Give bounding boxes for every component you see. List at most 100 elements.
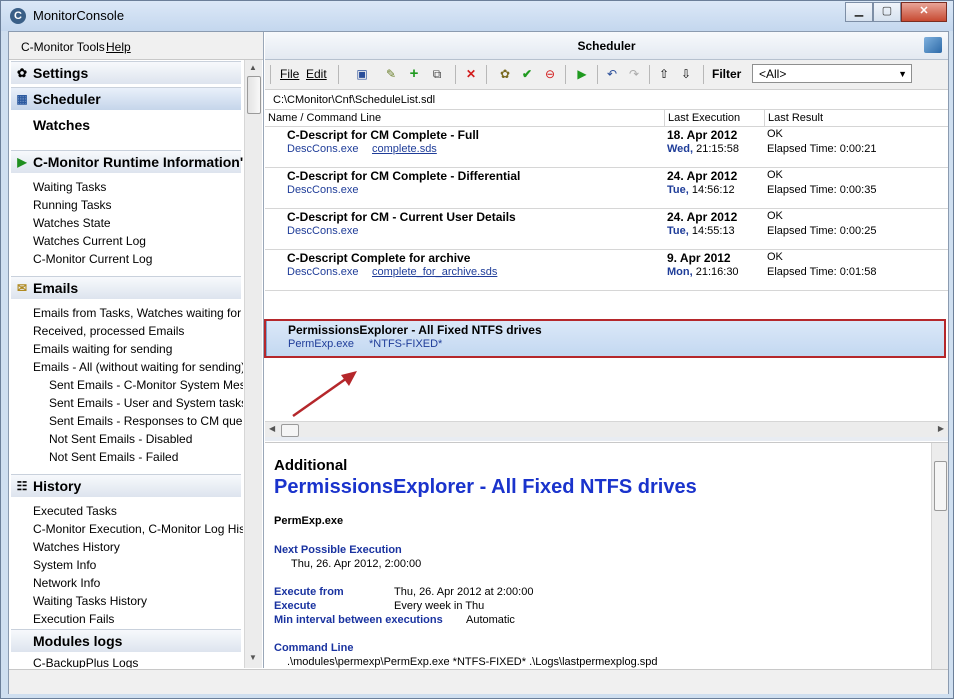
detail-additional-heading: Additional	[274, 457, 348, 474]
envelope-icon: ✉	[16, 281, 28, 295]
nav-item-emails-waiting[interactable]: Emails waiting for sending	[33, 342, 172, 356]
nav-section-scheduler[interactable]: ▦ Scheduler	[11, 87, 241, 110]
navigation-tree: ✿ Settings ▦ Scheduler Watches ▶ C-Monit…	[9, 60, 243, 668]
scroll-right-icon[interactable]: ▶	[938, 424, 944, 433]
play-icon: ▶	[17, 155, 27, 169]
nav-item-execution-log-history[interactable]: C-Monitor Execution, C-Monitor Log Histo…	[33, 522, 243, 536]
schedule-grid: Name / Command Line Last Execution Last …	[264, 109, 948, 420]
scroll-left-icon[interactable]: ◀	[269, 424, 275, 433]
nav-scroll-thumb[interactable]	[247, 76, 261, 114]
menu-file[interactable]: File	[280, 65, 299, 83]
copy-icon[interactable]: ⧉	[428, 65, 446, 83]
move-up-icon[interactable]: ⇧	[655, 65, 673, 83]
column-name[interactable]: Name / Command Line	[268, 112, 381, 124]
detail-exec-from-label: Execute from	[274, 586, 344, 598]
scheduler-pane: Scheduler File Edit ▣ ✎ + ⧉ ✕ ✿ ✔ ⊖ ▶ ↶ …	[264, 32, 948, 669]
nav-item-not-sent-disabled[interactable]: Not Sent Emails - Disabled	[49, 432, 192, 446]
settings-icon[interactable]: ✿	[496, 65, 514, 83]
menu-help[interactable]: Help	[106, 40, 131, 54]
detail-executable: PermExp.exe	[274, 515, 344, 527]
add-icon[interactable]: +	[405, 65, 423, 83]
maximize-button[interactable]: ▢	[873, 2, 901, 22]
detail-execute-label: Execute	[274, 600, 317, 612]
enable-icon[interactable]: ✔	[518, 65, 536, 83]
brand-logo-icon	[924, 37, 942, 53]
nav-item-not-sent-failed[interactable]: Not Sent Emails - Failed	[49, 450, 178, 464]
column-last-execution[interactable]: Last Execution	[668, 112, 740, 124]
filter-label: Filter	[712, 67, 742, 81]
column-last-result[interactable]: Last Result	[768, 112, 823, 124]
client-area: C-Monitor Tools Help ✿ Settings ▦ Schedu…	[8, 31, 949, 694]
filter-select[interactable]: <All> ▼	[752, 64, 912, 83]
nav-item-running-tasks[interactable]: Running Tasks	[33, 198, 112, 212]
detail-min-interval-value: Automatic	[466, 614, 515, 626]
scheduler-title: Scheduler	[577, 39, 636, 53]
pane-splitter[interactable]	[265, 437, 948, 441]
scheduler-toolbar: File Edit ▣ ✎ + ⧉ ✕ ✿ ✔ ⊖ ▶ ↶ ↷ ⇧ ⇩ Filt…	[265, 60, 948, 90]
detail-min-interval-label: Min interval between executions	[274, 614, 443, 626]
chevron-down-icon: ▼	[898, 69, 907, 79]
nav-section-emails[interactable]: ✉ Emails	[11, 276, 241, 299]
menu-cmonitor-tools[interactable]: C-Monitor Tools	[21, 40, 105, 54]
nav-item-sent-system-messages[interactable]: Sent Emails - C-Monitor System Messages	[49, 378, 243, 392]
minimize-button[interactable]: ▁	[845, 2, 873, 22]
close-button[interactable]: ✕	[901, 2, 947, 22]
save-icon[interactable]: ▣	[353, 65, 371, 83]
undo-icon[interactable]: ↶	[603, 65, 621, 83]
nav-item-sent-user-results[interactable]: Sent Emails - User and System tasks Resu…	[49, 396, 243, 410]
nav-item-cbackupplus-logs[interactable]: C-BackupPlus Logs	[33, 656, 138, 668]
scroll-down-icon[interactable]: ▼	[245, 650, 261, 666]
delete-icon[interactable]: ✕	[462, 65, 480, 83]
table-row[interactable]: C-Descript for CM - Current User Details…	[265, 208, 948, 250]
nav-item-received-emails[interactable]: Received, processed Emails	[33, 324, 184, 338]
status-bar	[9, 669, 948, 694]
nav-section-runtime[interactable]: ▶ C-Monitor Runtime Information'	[11, 150, 243, 173]
detail-execute-value: Every week in Thu	[394, 600, 485, 612]
app-icon: C	[10, 8, 26, 24]
grid-scroll-thumb[interactable]	[281, 424, 299, 437]
selected-table-row[interactable]: PermissionsExplorer - All Fixed NTFS dri…	[266, 320, 946, 357]
detail-command-line-label: Command Line	[274, 642, 354, 654]
nav-section-settings[interactable]: ✿ Settings	[11, 61, 241, 84]
nav-watches[interactable]: Watches	[33, 117, 90, 133]
detail-task-title: PermissionsExplorer - All Fixed NTFS dri…	[274, 476, 697, 498]
detail-exec-from-value: Thu, 26. Apr 2012 at 2:00:00	[394, 586, 534, 598]
sds-file-link[interactable]: complete.sds	[372, 143, 437, 155]
disable-icon[interactable]: ⊖	[541, 65, 559, 83]
scroll-up-icon[interactable]: ▲	[245, 60, 261, 76]
nav-item-network-info[interactable]: Network Info	[33, 576, 100, 590]
nav-item-waiting-tasks[interactable]: Waiting Tasks	[33, 180, 106, 194]
new-task-icon[interactable]: ✎	[382, 65, 400, 83]
run-icon[interactable]: ▶	[573, 65, 591, 83]
nav-item-watches-current-log[interactable]: Watches Current Log	[33, 234, 146, 248]
sds-file-link[interactable]: complete_for_archive.sds	[372, 266, 497, 278]
nav-item-watches-history[interactable]: Watches History	[33, 540, 120, 554]
detail-scrollbar[interactable]	[931, 443, 948, 669]
table-row[interactable]: C-Descript Complete for archive DescCons…	[265, 249, 948, 291]
gear-icon: ✿	[16, 66, 28, 80]
nav-item-executed-tasks[interactable]: Executed Tasks	[33, 504, 117, 518]
grid-horizontal-scrollbar[interactable]: ◀ ▶	[265, 421, 948, 438]
nav-item-system-info[interactable]: System Info	[33, 558, 96, 572]
title-bar[interactable]: C MonitorConsole ▁ ▢ ✕	[1, 1, 953, 31]
table-row[interactable]: C-Descript for CM Complete - Full DescCo…	[265, 126, 948, 168]
table-row[interactable]: C-Descript for CM Complete - Differentia…	[265, 167, 948, 209]
nav-item-cmonitor-current-log[interactable]: C-Monitor Current Log	[33, 252, 152, 266]
nav-item-sent-responses[interactable]: Sent Emails - Responses to CM queries	[49, 414, 243, 428]
nav-section-history[interactable]: ☷ History	[11, 474, 241, 497]
nav-section-modules-logs[interactable]: Modules logs	[11, 629, 241, 652]
scheduler-header: Scheduler	[265, 32, 948, 60]
nav-item-execution-fails[interactable]: Execution Fails	[33, 612, 114, 626]
detail-scroll-thumb[interactable]	[934, 461, 947, 511]
redo-icon[interactable]: ↷	[625, 65, 643, 83]
move-down-icon[interactable]: ⇩	[677, 65, 695, 83]
menu-edit[interactable]: Edit	[306, 65, 327, 83]
nav-item-emails-waiting-from-tasks[interactable]: Emails from Tasks, Watches waiting for s…	[33, 306, 243, 320]
nav-item-watches-state[interactable]: Watches State	[33, 216, 111, 230]
detail-next-label: Next Possible Execution	[274, 544, 402, 556]
nav-item-waiting-tasks-history[interactable]: Waiting Tasks History	[33, 594, 147, 608]
nav-item-emails-all[interactable]: Emails - All (without waiting for sendin…	[33, 360, 243, 374]
window-title: MonitorConsole	[33, 8, 125, 23]
schedule-file-path: C:\CMonitor\Cnf\ScheduleList.sdl	[273, 94, 436, 106]
nav-scrollbar[interactable]: ▲ ▼	[244, 60, 262, 668]
